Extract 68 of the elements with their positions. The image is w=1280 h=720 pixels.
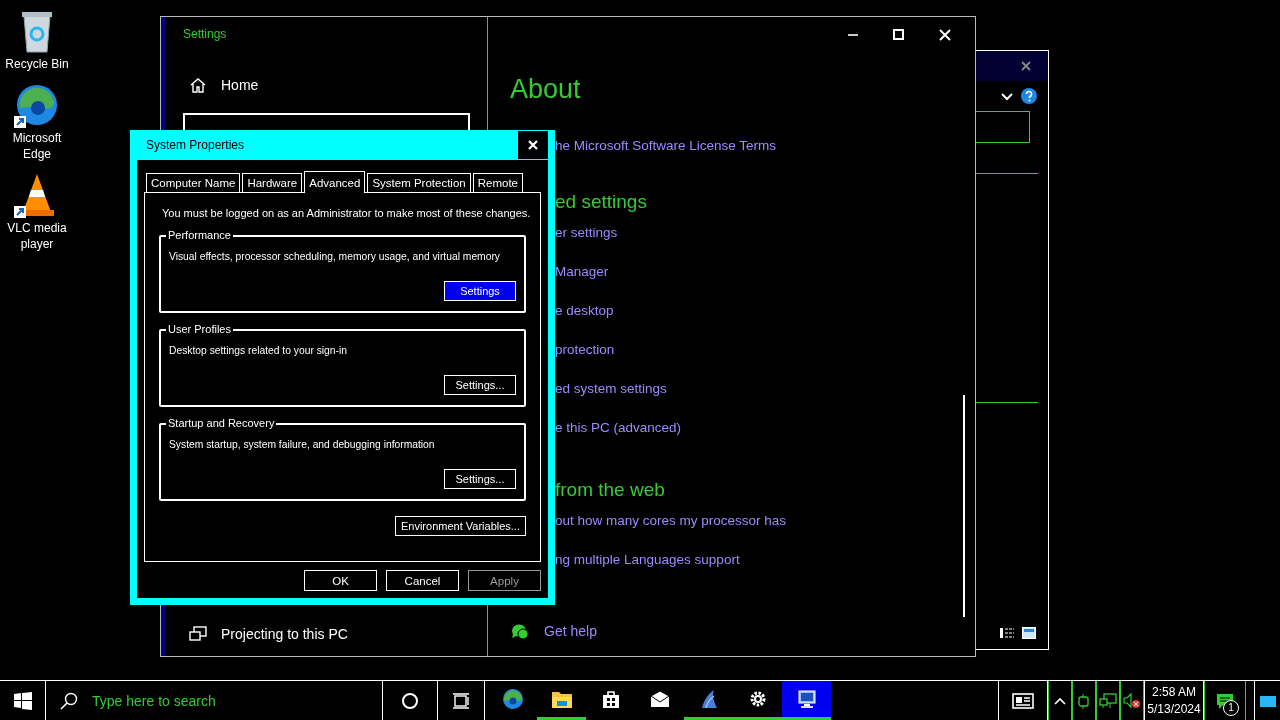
- dialog-button[interactable]: OK: [304, 570, 377, 591]
- volume-button[interactable]: [1120, 681, 1144, 720]
- tab[interactable]: Remote: [472, 173, 523, 192]
- news-button[interactable]: [998, 681, 1048, 720]
- icon-label[interactable]: Microsoft Edge: [0, 130, 74, 162]
- taskbar-app[interactable]: [782, 681, 831, 720]
- tiles-view-icon[interactable]: [1022, 627, 1036, 639]
- help-link[interactable]: Get help: [544, 623, 597, 639]
- settings-link[interactable]: e this PC (advanced): [555, 418, 787, 457]
- window-title: System Properties: [146, 138, 245, 152]
- settings-button[interactable]: Settings...: [444, 469, 516, 489]
- close-icon: [527, 139, 539, 151]
- icon-label[interactable]: Recycle Bin: [5, 56, 69, 72]
- settings-link[interactable]: Manager: [555, 262, 787, 301]
- envelope-icon: [648, 688, 671, 710]
- dialog-button[interactable]: Cancel: [386, 570, 459, 591]
- settings-button[interactable]: Settings...: [444, 375, 516, 395]
- windows-logo-icon: [13, 692, 32, 710]
- show-hidden-icons-button[interactable]: [1048, 681, 1072, 720]
- group-title: Startup and Recovery: [166, 417, 277, 429]
- desktop-icon: [1258, 693, 1277, 709]
- group-description: Visual effects, processor scheduling, memory usage, and virtual memory: [169, 250, 501, 263]
- network-icon: [1099, 692, 1117, 709]
- settings-link[interactable]: protection: [555, 340, 787, 379]
- tab[interactable]: Hardware: [242, 173, 303, 192]
- computer-icon: [795, 688, 818, 710]
- icon-label[interactable]: VLC media player: [0, 220, 74, 252]
- section-heading: from the web: [555, 478, 666, 502]
- notifications-button[interactable]: 1: [1204, 681, 1246, 720]
- chevron-down-icon[interactable]: [1000, 90, 1014, 102]
- settings-link[interactable]: ng multiple Languages support: [555, 550, 787, 589]
- projector-icon: [189, 626, 207, 642]
- task-view-icon: [452, 692, 470, 710]
- search-icon: [60, 692, 78, 710]
- clock-button[interactable]: 2:58 AM 5/13/2024: [1144, 681, 1204, 720]
- nav-item[interactable]: Projecting to this PC: [189, 626, 487, 642]
- nav-item[interactable]: Home: [189, 77, 487, 93]
- settings-link[interactable]: er settings: [555, 223, 787, 262]
- settings-link[interactable]: out how many cores my processor has: [555, 511, 787, 550]
- network-button[interactable]: [1096, 681, 1120, 720]
- details-view-icon[interactable]: [1000, 627, 1014, 639]
- settings-link[interactable]: e desktop: [555, 301, 787, 340]
- home-icon: [189, 77, 207, 93]
- circle-icon: [401, 692, 419, 710]
- close-button[interactable]: [518, 131, 548, 159]
- chat-bubbles-icon: [510, 622, 530, 640]
- window-title: Settings: [183, 27, 228, 41]
- scrollbar[interactable]: [963, 395, 965, 617]
- group-description: Desktop settings related to your sign-in: [169, 344, 348, 357]
- tab[interactable]: Advanced: [304, 171, 366, 193]
- speaker-muted-icon: [1123, 692, 1141, 709]
- notification-count: 1: [1223, 700, 1239, 716]
- settings-button[interactable]: Settings: [444, 281, 516, 301]
- environment-variables-button[interactable]: Environment Variables...: [394, 516, 526, 536]
- settings-link[interactable]: he Microsoft Software License Terms: [555, 136, 787, 175]
- news-icon: [1012, 692, 1034, 710]
- tab[interactable]: System Protection: [367, 173, 471, 192]
- settings-link[interactable]: ed system settings: [555, 379, 787, 418]
- page-heading: About: [510, 74, 582, 105]
- group-description: System startup, system failure, and debugging information: [169, 438, 436, 451]
- help-icon[interactable]: [1020, 87, 1038, 105]
- group-title: Performance: [166, 229, 233, 241]
- tray-icon-button[interactable]: [1072, 681, 1096, 720]
- section-heading: ed settings: [555, 190, 648, 214]
- group-title: User Profiles: [166, 323, 233, 335]
- tab[interactable]: Computer Name: [146, 173, 241, 192]
- search-field[interactable]: Type here to search: [90, 692, 354, 710]
- edge-icon: [501, 688, 524, 710]
